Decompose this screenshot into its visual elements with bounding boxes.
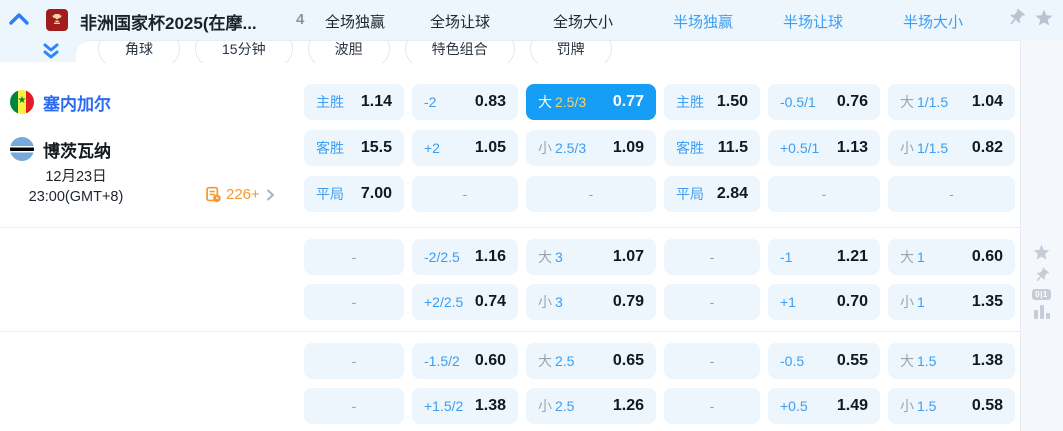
odds-row: 客胜 15.5 +2 1.05 小 2.5/3 1.09 客胜 11.5 +0.5/1 1.13 小 1… bbox=[304, 130, 1015, 166]
odds-cell-empty: - bbox=[664, 388, 760, 424]
market-filter-pills: 角球 15分钟 波胆 特色组合 罚牌 bbox=[76, 41, 1006, 63]
market-tab[interactable]: 半场让球 bbox=[783, 11, 843, 32]
league-header-bar: 非洲国家杯2025(在摩... 4 全场独赢 全场让球 全场大小 半场独赢 半场让球 半场… bbox=[0, 0, 1063, 40]
odds-cell[interactable]: 小 3 0.79 bbox=[526, 284, 656, 320]
away-team-name[interactable]: 博茨瓦纳 bbox=[43, 137, 111, 162]
collapse-chevron-up-icon[interactable] bbox=[8, 10, 30, 28]
filter-pill[interactable]: 罚牌 bbox=[529, 41, 612, 63]
more-markets-link[interactable]: 226+ bbox=[205, 186, 276, 203]
stats-chart-icon[interactable] bbox=[1033, 305, 1050, 319]
match-datetime: 12月23日 23:00(GMT+8) bbox=[0, 167, 152, 207]
markets-list-icon bbox=[206, 186, 221, 203]
odds-cell-empty: - bbox=[412, 176, 518, 212]
odds-cell[interactable]: +1 0.70 bbox=[768, 284, 880, 320]
match-count: 4 bbox=[296, 11, 305, 28]
trophy-icon bbox=[52, 14, 62, 24]
match-date: 12月23日 bbox=[45, 169, 107, 185]
odds-cell[interactable]: 小 2.5 1.26 bbox=[526, 388, 656, 424]
pin-icon[interactable] bbox=[1006, 8, 1026, 28]
odds-cell[interactable]: 客胜 15.5 bbox=[304, 130, 404, 166]
odds-cell[interactable]: -0.5/1 0.76 bbox=[768, 84, 880, 120]
odds-row: - -1.5/2 0.60 大 2.5 0.65- -0.5 0.55 大 1.5 1.38 bbox=[304, 343, 1015, 379]
odds-cell-empty: - bbox=[664, 343, 760, 379]
odds-cell[interactable]: 大 1 0.60 bbox=[888, 239, 1015, 275]
odds-cell[interactable]: +2/2.5 0.74 bbox=[412, 284, 518, 320]
market-tab[interactable]: 全场独赢 bbox=[325, 11, 385, 32]
score-toggle-icon[interactable]: 0|1 bbox=[1032, 289, 1051, 300]
odds-cell-empty: - bbox=[526, 176, 656, 212]
odds-row: 主胜 1.14 -2 0.83 大 2.5/3 0.77 主胜 1.50 -0.5/1 0.76 大 1… bbox=[304, 84, 1015, 120]
markets-count: 226+ bbox=[226, 186, 260, 203]
odds-row: - +2/2.5 0.74 小 3 0.79- +1 0.70 小 1 1.35 bbox=[304, 284, 1015, 320]
odds-cell[interactable]: +1.5/2 1.38 bbox=[412, 388, 518, 424]
odds-cell-empty: - bbox=[304, 284, 404, 320]
odds-cell[interactable]: 小 1.5 0.58 bbox=[888, 388, 1015, 424]
away-team-row[interactable]: 博茨瓦纳 bbox=[10, 131, 111, 167]
market-tab[interactable]: 全场大小 bbox=[553, 11, 613, 32]
filter-pill[interactable]: 15分钟 bbox=[195, 41, 293, 63]
double-chevron-down-icon[interactable] bbox=[42, 42, 60, 60]
betting-odds-panel: 非洲国家杯2025(在摩... 4 全场独赢 全场让球 全场大小 半场独赢 半场让球 半场… bbox=[0, 0, 1063, 431]
section-divider bbox=[0, 227, 1020, 228]
section-divider bbox=[0, 331, 1020, 332]
odds-cell[interactable]: 大 1.5 1.38 bbox=[888, 343, 1015, 379]
odds-cell[interactable]: -2/2.5 1.16 bbox=[412, 239, 518, 275]
match-time: 23:00(GMT+8) bbox=[28, 189, 124, 205]
odds-cell-selected[interactable]: 大 2.5/3 0.77 bbox=[526, 84, 656, 120]
filter-pill[interactable]: 角球 bbox=[98, 41, 180, 63]
odds-cell-empty: - bbox=[768, 176, 880, 212]
odds-cell-empty: - bbox=[664, 284, 760, 320]
market-tab[interactable]: 半场独赢 bbox=[673, 11, 733, 32]
pin-icon[interactable] bbox=[1033, 267, 1050, 284]
star-icon[interactable] bbox=[1034, 8, 1054, 28]
filter-pill[interactable]: 特色组合 bbox=[404, 41, 515, 63]
senegal-flag-icon bbox=[10, 90, 34, 114]
odds-cell[interactable]: -1.5/2 0.60 bbox=[412, 343, 518, 379]
market-tab[interactable]: 半场大小 bbox=[903, 11, 963, 32]
odds-cell[interactable]: +0.5 1.49 bbox=[768, 388, 880, 424]
filter-pill[interactable]: 波胆 bbox=[307, 41, 390, 63]
odds-cell[interactable]: 大 2.5 0.65 bbox=[526, 343, 656, 379]
odds-cell[interactable]: +0.5/1 1.13 bbox=[768, 130, 880, 166]
odds-cell[interactable]: 大 3 1.07 bbox=[526, 239, 656, 275]
odds-cell[interactable]: 主胜 1.14 bbox=[304, 84, 404, 120]
odds-cell[interactable]: 大 1/1.5 1.04 bbox=[888, 84, 1015, 120]
odds-row: 平局 7.00- - 平局 2.84- - bbox=[304, 176, 1015, 212]
odds-cell[interactable]: -2 0.83 bbox=[412, 84, 518, 120]
odds-row: - -2/2.5 1.16 大 3 1.07- -1 1.21 大 1 0.60 bbox=[304, 239, 1015, 275]
star-icon[interactable] bbox=[1032, 243, 1051, 262]
right-toolbar: 0|1 bbox=[1020, 243, 1063, 319]
odds-cell[interactable]: 小 1/1.5 0.82 bbox=[888, 130, 1015, 166]
home-team-row[interactable]: 塞内加尔 bbox=[10, 84, 111, 120]
odds-cell-empty: - bbox=[304, 388, 404, 424]
odds-cell[interactable]: 平局 2.84 bbox=[664, 176, 760, 212]
odds-cell[interactable]: -0.5 0.55 bbox=[768, 343, 880, 379]
league-title: 非洲国家杯2025(在摩... bbox=[80, 14, 257, 33]
odds-cell[interactable]: -1 1.21 bbox=[768, 239, 880, 275]
odds-cell[interactable]: 小 1 1.35 bbox=[888, 284, 1015, 320]
odds-cell-empty: - bbox=[304, 239, 404, 275]
odds-cell[interactable]: 客胜 11.5 bbox=[664, 130, 760, 166]
botswana-flag-icon bbox=[10, 137, 34, 161]
odds-cell[interactable]: +2 1.05 bbox=[412, 130, 518, 166]
odds-cell[interactable]: 平局 7.00 bbox=[304, 176, 404, 212]
chevron-right-icon bbox=[266, 189, 274, 200]
right-side-strip bbox=[1020, 40, 1063, 431]
league-logo bbox=[46, 9, 68, 31]
odds-cell-empty: - bbox=[304, 343, 404, 379]
market-tab[interactable]: 全场让球 bbox=[430, 11, 490, 32]
odds-cell[interactable]: 小 2.5/3 1.09 bbox=[526, 130, 656, 166]
odds-cell[interactable]: 主胜 1.50 bbox=[664, 84, 760, 120]
home-team-name[interactable]: 塞内加尔 bbox=[43, 90, 111, 115]
odds-row: - +1.5/2 1.38 小 2.5 1.26- +0.5 1.49 小 1.5 0.58 bbox=[304, 388, 1015, 424]
odds-cell-empty: - bbox=[888, 176, 1015, 212]
odds-cell-empty: - bbox=[664, 239, 760, 275]
